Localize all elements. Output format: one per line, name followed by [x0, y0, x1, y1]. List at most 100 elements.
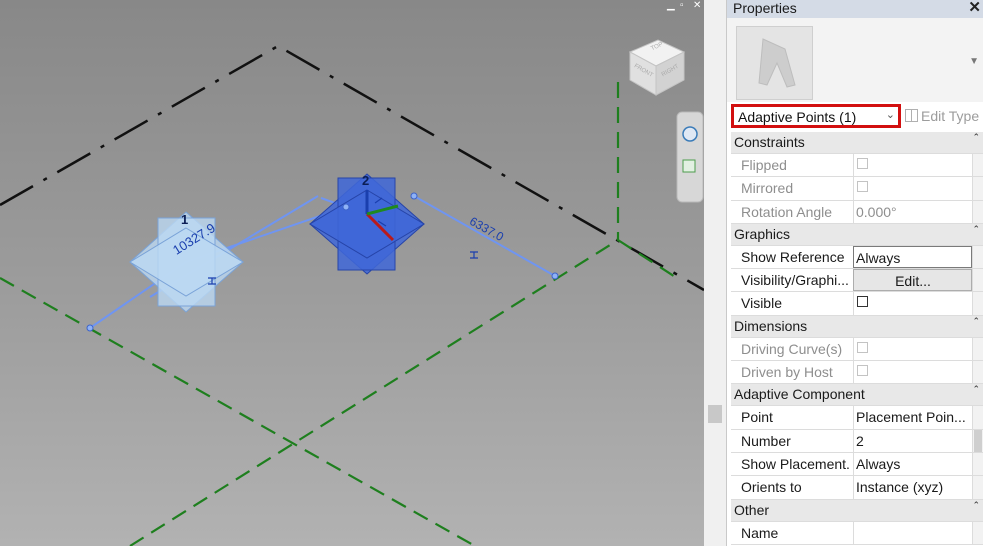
category-label: Other: [734, 501, 770, 518]
property-value-text: Always: [856, 455, 901, 472]
grid-scroll-thumb[interactable]: [974, 430, 982, 452]
collapse-icon[interactable]: ⌃: [972, 316, 980, 326]
property-value[interactable]: Placement Poin...: [853, 406, 972, 429]
collapse-icon[interactable]: ⌃: [972, 500, 980, 510]
property-label: Show Placement...: [741, 455, 849, 472]
type-selector-label: Adaptive Points (1): [738, 109, 857, 125]
edit-button[interactable]: Edit...: [853, 269, 972, 292]
property-value-text: Instance (xyz): [856, 479, 944, 496]
row-gutter: [972, 406, 983, 429]
properties-grid: Constraints ⌃ Flipped Mirrored Rotation Angl…: [731, 132, 983, 545]
property-row[interactable]: Rotation Angle 0.000°: [731, 200, 983, 224]
reference-level-line: [617, 239, 681, 281]
property-row[interactable]: Orients to Instance (xyz): [731, 476, 983, 500]
properties-panel: Properties ✕ ▼ Adaptive Points (1) ⌄ Edi…: [726, 0, 983, 546]
property-checkbox-cell: [853, 154, 972, 177]
viewport-scrollbar[interactable]: [704, 0, 726, 546]
minimize-icon[interactable]: ▁: [667, 0, 675, 12]
property-checkbox-cell: [853, 337, 972, 361]
viewport-scroll-thumb[interactable]: [708, 405, 722, 423]
adaptive-point-2-star: [309, 173, 425, 275]
property-value-text: 2: [856, 432, 864, 449]
category-header[interactable]: Constraints ⌃: [731, 132, 983, 154]
property-label: Orients to: [741, 479, 802, 496]
panel-header: Properties ✕: [727, 0, 983, 18]
type-selector-dropdown[interactable]: Adaptive Points (1) ⌄: [731, 104, 901, 128]
property-value-text: Edit...: [895, 273, 931, 290]
property-value[interactable]: 2: [853, 429, 972, 452]
property-value-text: 0.000°: [856, 203, 897, 220]
property-label: Driven by Host: [741, 364, 833, 381]
row-gutter: [972, 269, 983, 292]
property-label: Name: [741, 524, 779, 541]
category-label: Dimensions: [734, 317, 808, 334]
lock-marker: [470, 251, 478, 259]
property-value[interactable]: Instance (xyz): [853, 476, 972, 499]
property-row[interactable]: Driving Curve(s): [731, 337, 983, 362]
category-label: Adaptive Component: [734, 386, 865, 403]
edit-type-icon: [905, 109, 918, 122]
property-label: Driving Curve(s): [741, 340, 843, 357]
category-header[interactable]: Other ⌃: [731, 499, 983, 522]
collapse-icon[interactable]: ⌃: [972, 132, 980, 142]
property-row[interactable]: Point Placement Poin...: [731, 406, 983, 430]
close-icon[interactable]: ✕: [968, 0, 981, 17]
row-gutter: [972, 521, 983, 544]
collapse-icon[interactable]: ⌃: [972, 384, 980, 394]
viewport-canvas[interactable]: [0, 0, 704, 546]
property-checkbox-cell[interactable]: [853, 292, 972, 315]
point-2-number: 2: [362, 173, 370, 188]
close-view-icon[interactable]: ✕: [693, 0, 701, 12]
row-gutter: [972, 361, 983, 384]
restore-icon[interactable]: ▫: [680, 0, 684, 12]
property-row[interactable]: Visible: [731, 292, 983, 316]
property-label: Point: [741, 409, 773, 426]
panel-title: Properties: [733, 0, 797, 16]
row-gutter: [972, 476, 983, 499]
type-preview-area[interactable]: ▼: [727, 18, 983, 102]
category-header[interactable]: Dimensions ⌃: [731, 315, 983, 338]
category-label: Graphics: [734, 225, 791, 242]
property-row[interactable]: Show Reference ... Always: [731, 245, 983, 270]
chevron-down-icon[interactable]: ⌄: [886, 108, 895, 121]
property-label: Number: [741, 432, 791, 449]
property-label: Rotation Angle: [741, 203, 833, 220]
category-label: Constraints: [734, 134, 805, 150]
property-value-text: Always: [856, 249, 901, 266]
point-1-number: 1: [181, 212, 189, 227]
edit-type-label: Edit Type: [921, 108, 980, 124]
category-header[interactable]: Adaptive Component ⌃: [731, 384, 983, 407]
property-value[interactable]: Always: [853, 245, 972, 269]
property-row[interactable]: Mirrored: [731, 177, 983, 201]
reference-level-line: [0, 277, 476, 546]
property-label: Mirrored: [741, 180, 794, 197]
adaptive-point-1-star: [129, 211, 244, 313]
row-gutter: [972, 200, 983, 223]
row-gutter: [972, 245, 983, 269]
navigation-bar: [676, 111, 704, 203]
checkbox: [857, 365, 868, 377]
property-label: Flipped: [741, 157, 787, 173]
category-header[interactable]: Graphics ⌃: [731, 223, 983, 246]
collapse-icon[interactable]: ⌃: [972, 224, 980, 234]
property-row[interactable]: Flipped: [731, 154, 983, 178]
chevron-down-icon[interactable]: ▼: [969, 56, 979, 67]
family-preview-icon: [736, 26, 813, 100]
property-row[interactable]: Visibility/Graphi... Edit...: [731, 269, 983, 293]
row-gutter: [972, 154, 983, 177]
property-row[interactable]: Number 2: [731, 429, 983, 453]
property-row[interactable]: Driven by Host: [731, 361, 983, 385]
property-checkbox-cell: [853, 177, 972, 200]
property-value[interactable]: [853, 521, 972, 544]
property-row[interactable]: Name: [731, 521, 983, 545]
row-gutter: [972, 292, 983, 315]
3d-viewport[interactable]: ▁ ▫ ✕ 1 2 10327.9 6337.0 TOP FRONT RIGHT: [0, 0, 704, 546]
checkbox[interactable]: [857, 296, 868, 308]
row-gutter: [972, 452, 983, 476]
property-value[interactable]: Always: [853, 452, 972, 476]
edit-type-button[interactable]: Edit Type: [905, 108, 979, 124]
property-value-text: Placement Poin...: [856, 409, 966, 426]
property-label: Visibility/Graphi...: [741, 272, 849, 289]
checkbox: [857, 158, 868, 169]
property-row[interactable]: Show Placement... Always: [731, 452, 983, 477]
